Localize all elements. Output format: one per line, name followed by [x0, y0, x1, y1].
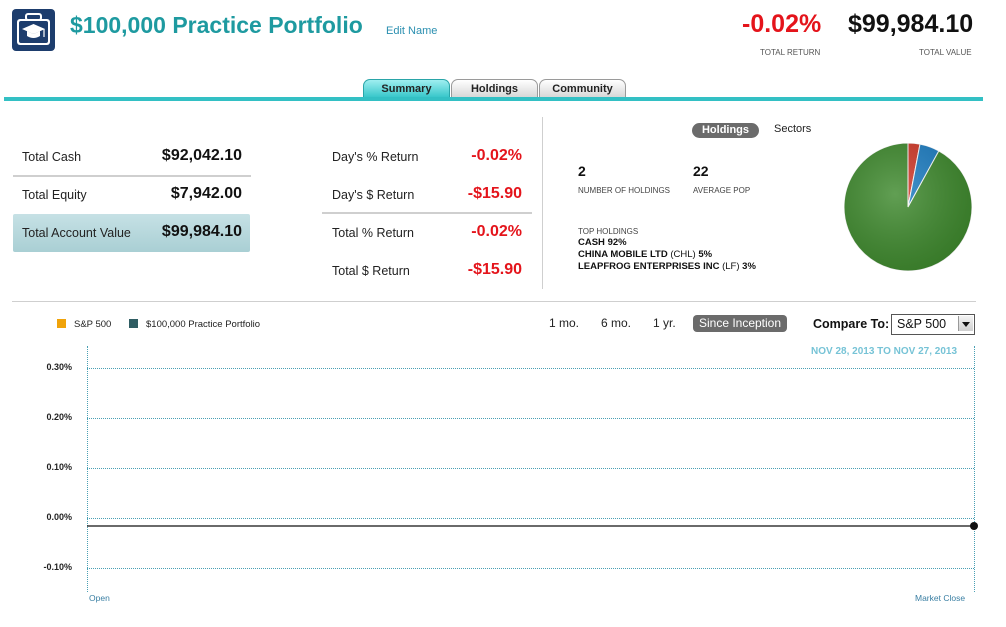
x-label-open: Open: [89, 593, 110, 603]
x-label-market-close: Market Close: [915, 593, 966, 603]
series-end-point[interactable]: [970, 522, 978, 530]
chart-series-layer: [87, 522, 978, 530]
